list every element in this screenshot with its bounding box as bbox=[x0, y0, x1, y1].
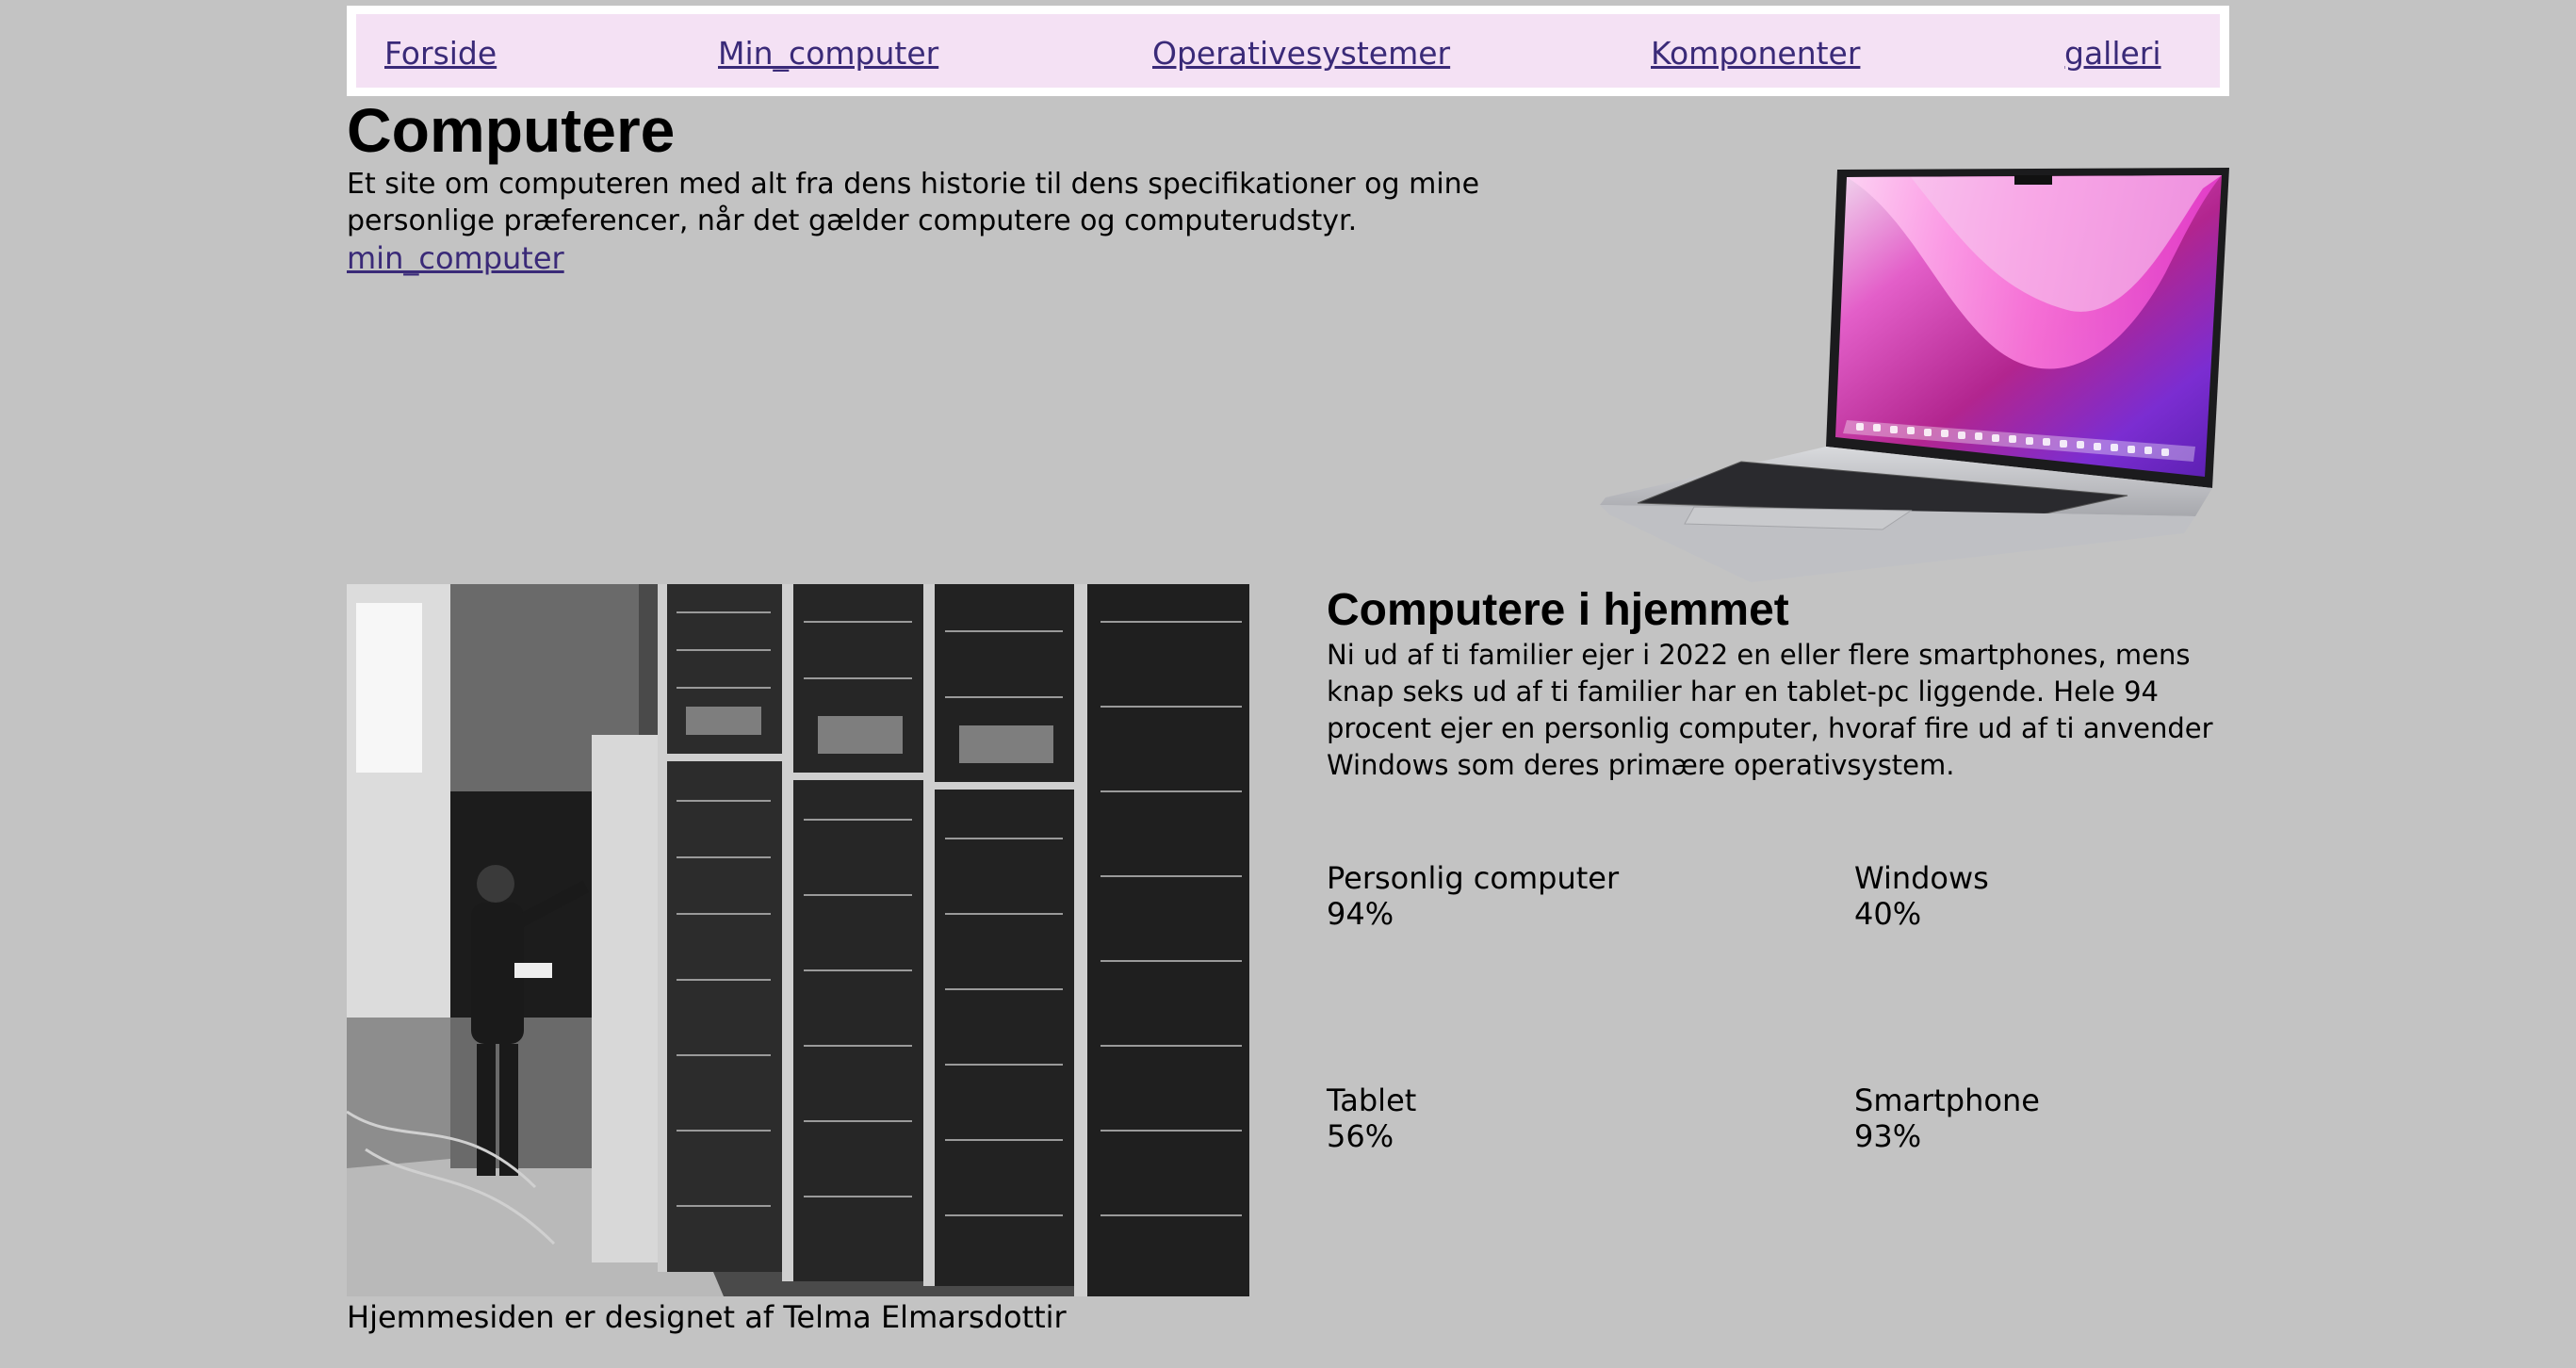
intro-text: Et site om computeren med alt fra dens h… bbox=[347, 168, 1480, 237]
page-title: Computere bbox=[347, 95, 676, 165]
navbar: Forside Min_computer Operativesystemer K… bbox=[347, 6, 2229, 96]
footer-text: Hjemmesiden er designet af Telma Elmarsd… bbox=[347, 1299, 1067, 1335]
stat-label-windows: Windows bbox=[1854, 860, 1989, 896]
nav-link-forside[interactable]: Forside bbox=[384, 35, 497, 73]
historic-computer-photo bbox=[347, 584, 1249, 1296]
stat-value-smartphone: 93% bbox=[1854, 1118, 1922, 1154]
stat-value-tablet: 56% bbox=[1327, 1118, 1394, 1154]
stat-label-personlig-computer: Personlig computer bbox=[1327, 860, 1620, 896]
nav-link-komponenter[interactable]: Komponenter bbox=[1651, 35, 1860, 73]
nav-link-min-computer[interactable]: Min_computer bbox=[718, 35, 938, 73]
nav-link-galleri[interactable]: galleri bbox=[2064, 35, 2161, 73]
section-text: Ni ud af ti familier ejer i 2022 en elle… bbox=[1327, 639, 2213, 781]
section-title: Computere i hjemmet bbox=[1327, 585, 1789, 635]
stat-label-smartphone: Smartphone bbox=[1854, 1083, 2040, 1118]
stat-label-tablet: Tablet bbox=[1327, 1083, 1417, 1118]
page: Forside Min_computer Operativesystemer K… bbox=[347, 0, 2229, 1368]
stat-value-windows: 40% bbox=[1854, 896, 1922, 932]
navbar-inner: Forside Min_computer Operativesystemer K… bbox=[356, 14, 2220, 88]
stat-value-personlig-computer: 94% bbox=[1327, 896, 1394, 932]
min-computer-link[interactable]: min_computer bbox=[347, 239, 564, 277]
nav-link-operativesystemer[interactable]: Operativesystemer bbox=[1152, 35, 1450, 73]
laptop-image bbox=[1600, 168, 2229, 582]
